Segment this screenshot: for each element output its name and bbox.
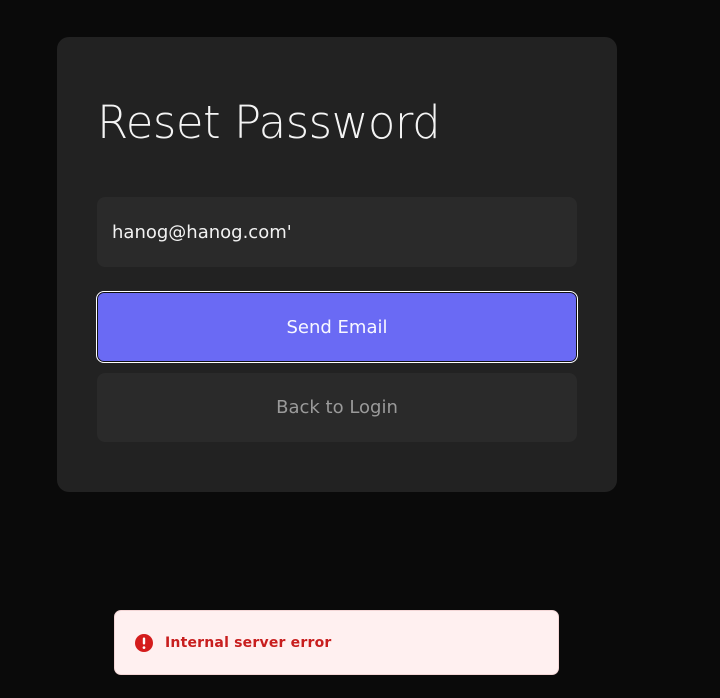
back-to-login-button[interactable]: Back to Login xyxy=(97,373,577,442)
error-message: Internal server error xyxy=(165,634,332,651)
error-toast: Internal server error xyxy=(114,610,559,675)
email-field[interactable] xyxy=(97,197,577,267)
reset-password-card: Reset Password Send Email Back to Login xyxy=(57,37,617,492)
error-circle-icon xyxy=(134,633,154,653)
page-title: Reset Password xyxy=(97,96,441,149)
page: Reset Password Send Email Back to Login … xyxy=(0,0,720,698)
send-email-button[interactable]: Send Email xyxy=(96,291,578,363)
